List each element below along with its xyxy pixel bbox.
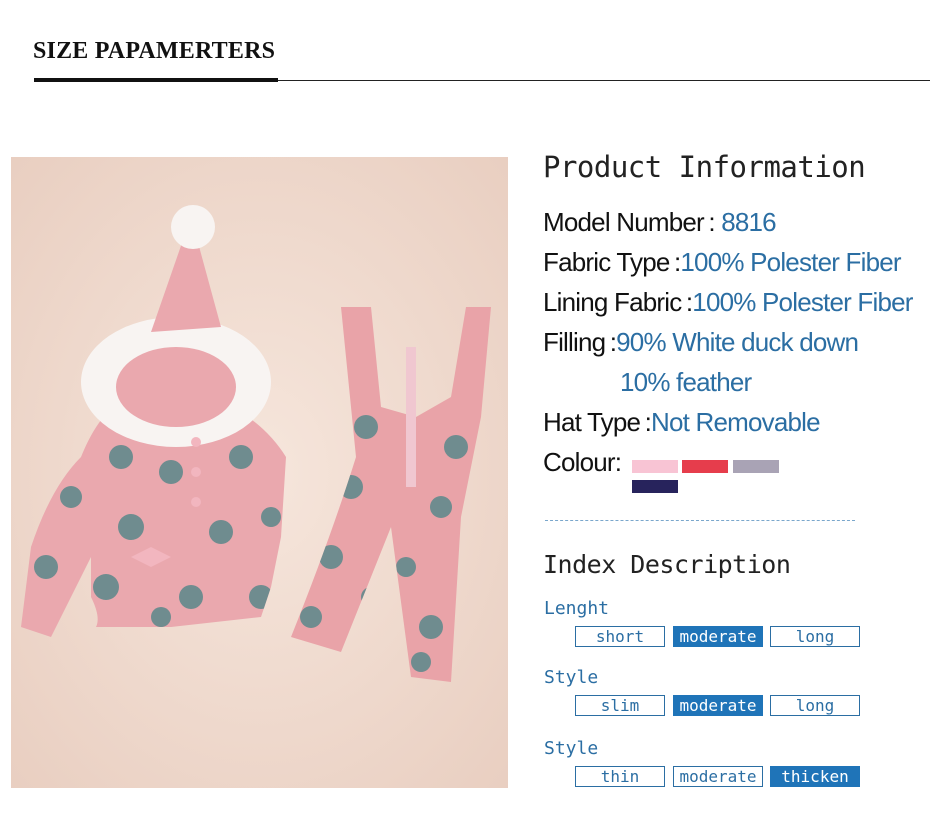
option-length-short[interactable]: short [575,626,665,647]
info-row-model-number: Model Number : 8816 [543,207,777,238]
info-value: 8816 [721,207,776,237]
info-key: Fabric Type : [543,247,681,277]
option-thickness-thicken[interactable]: thicken [770,766,860,787]
info-value: 100% Polester Fiber [680,247,901,277]
colour-swatch-navy[interactable] [632,480,678,493]
colour-label: Colour: [543,447,622,477]
option-style-slim[interactable]: slim [575,695,665,716]
section-header-title: SIZE PAPAMERTERS [33,38,276,64]
info-row-filling: Filling :90% White duck down [543,327,859,358]
option-style-long[interactable]: long [770,695,860,716]
info-key: Filling : [543,327,617,357]
colour-swatch-pink[interactable] [632,460,678,473]
index-group-label: Style [544,667,599,688]
index-group-label: Style [544,738,599,759]
option-style-moderate[interactable]: moderate [673,695,763,716]
index-group-label: Lenght [544,598,610,619]
header-divider-accent [34,78,278,82]
colour-swatch-red[interactable] [682,460,728,473]
option-length-long[interactable]: long [770,626,860,647]
info-value: 100% Polester Fiber [692,287,913,317]
product-information-title: Product Information [543,150,866,184]
info-row-hat-type: Hat Type :Not Removable [543,407,821,438]
info-row-fabric-type: Fabric Type :100% Polester Fiber [543,247,902,278]
info-row-filling-continued: 10% feather [620,367,752,398]
info-key: Model Number : [543,207,716,237]
info-value: Not Removable [651,407,821,437]
option-thickness-moderate[interactable]: moderate [673,766,763,787]
section-divider [545,520,855,521]
option-length-moderate[interactable]: moderate [673,626,763,647]
product-photo [11,157,508,788]
info-key: Hat Type : [543,407,652,437]
info-value: 10% feather [620,367,752,397]
option-thickness-thin[interactable]: thin [575,766,665,787]
index-description-title: Index Description [543,550,791,579]
info-value: 90% White duck down [616,327,859,357]
info-row-colour: Colour: [543,447,622,478]
colour-swatch-grey[interactable] [733,460,779,473]
info-key: Lining Fabric : [543,287,693,317]
info-row-lining-fabric: Lining Fabric :100% Polester Fiber [543,287,913,318]
